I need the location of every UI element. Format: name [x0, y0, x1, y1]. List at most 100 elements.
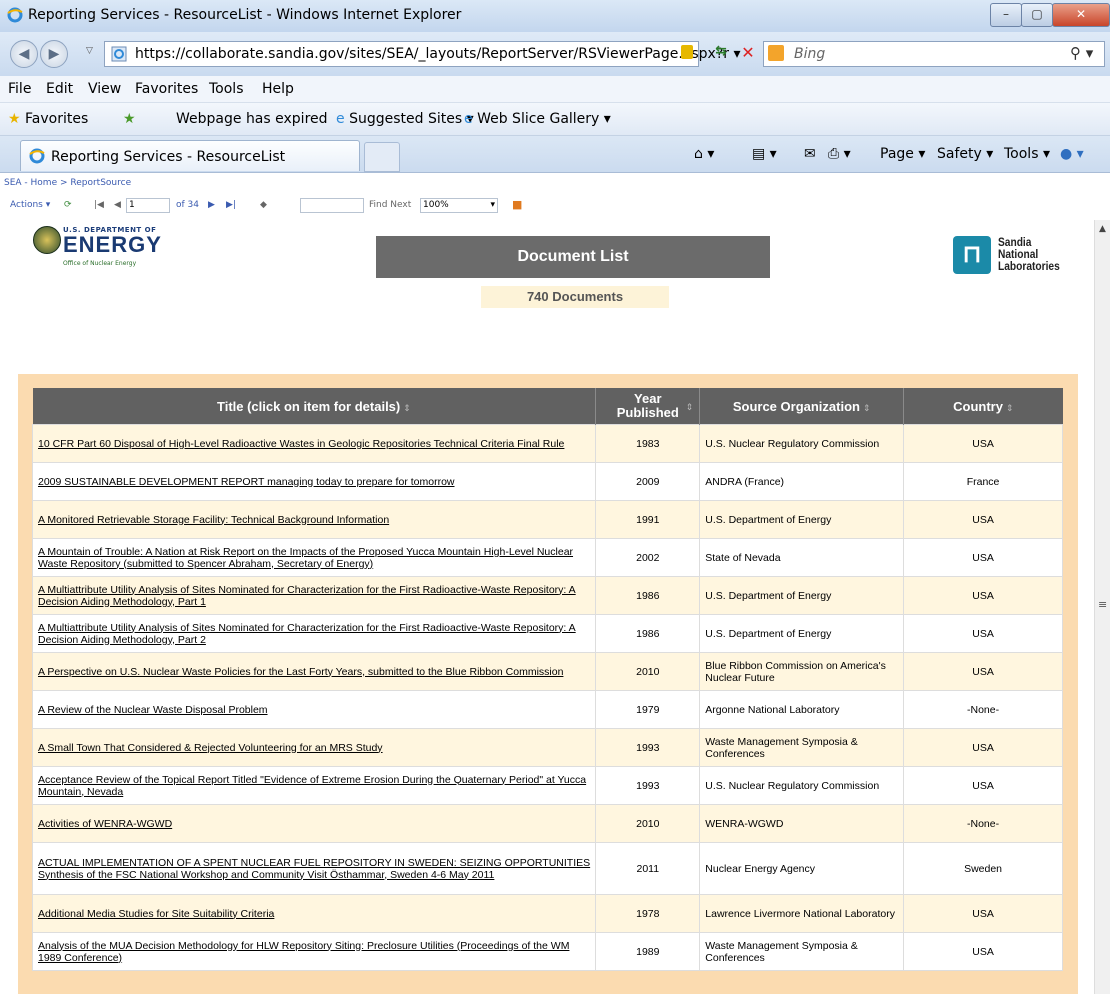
- table-row[interactable]: 2009 SUSTAINABLE DEVELOPMENT REPORT mana…: [31, 462, 1063, 501]
- forward-button[interactable]: ▶: [40, 40, 68, 68]
- menu-file[interactable]: File: [8, 81, 31, 97]
- title-cell: A Mountain of Trouble: A Nation at Risk …: [31, 538, 597, 577]
- web-slice-gallery-link[interactable]: e Web Slice Gallery ▾: [464, 111, 611, 127]
- address-bar[interactable]: https://collaborate.sandia.gov/sites/SEA…: [104, 41, 741, 67]
- document-title-link[interactable]: A Monitored Retrievable Storage Facility…: [38, 514, 389, 526]
- document-title-link[interactable]: 10 CFR Part 60 Disposal of High-Level Ra…: [38, 438, 564, 450]
- search-box[interactable]: Bing ⚲ ▾: [763, 41, 1105, 67]
- safety-menu[interactable]: Safety ▾: [937, 146, 993, 162]
- page-menu[interactable]: Page ▾: [880, 146, 925, 162]
- back-to-parent-icon[interactable]: ◆: [260, 200, 267, 210]
- refresh-icon[interactable]: ⇆: [710, 43, 732, 63]
- country-cell: -None-: [967, 703, 1000, 716]
- table-row[interactable]: A Multiattribute Utility Analysis of Sit…: [31, 576, 1063, 615]
- table-row[interactable]: Additional Media Studies for Site Suitab…: [31, 894, 1063, 933]
- last-page-icon[interactable]: ▶|: [226, 200, 236, 210]
- print-icon[interactable]: ⎙ ▾: [828, 146, 851, 162]
- add-favorite-icon[interactable]: ★: [123, 111, 136, 127]
- year-cell: 1983: [595, 424, 701, 463]
- actions-menu[interactable]: Actions ▾: [10, 200, 50, 210]
- document-title-link[interactable]: Analysis of the MUA Decision Methodology…: [38, 940, 569, 964]
- document-title-link[interactable]: A Multiattribute Utility Analysis of Sit…: [38, 584, 576, 608]
- sort-icon[interactable]: ⇕: [686, 400, 694, 414]
- column-header-title[interactable]: Title (click on item for details) ⇕: [32, 388, 597, 425]
- document-title-link[interactable]: A Multiattribute Utility Analysis of Sit…: [38, 622, 576, 646]
- source-cell: Nuclear Energy Agency: [699, 842, 905, 895]
- table-row[interactable]: Analysis of the MUA Decision Methodology…: [31, 932, 1063, 971]
- suggested-sites-link[interactable]: e Suggested Sites ▾: [336, 111, 474, 127]
- table-row[interactable]: A Perspective on U.S. Nuclear Waste Poli…: [31, 652, 1063, 691]
- table-row[interactable]: A Multiattribute Utility Analysis of Sit…: [31, 614, 1063, 653]
- back-button[interactable]: ◀: [10, 40, 38, 68]
- refresh-report-icon[interactable]: ⟳: [64, 200, 72, 210]
- recent-pages-dropdown[interactable]: ▽: [86, 46, 93, 56]
- document-title-link[interactable]: Activities of WENRA-WGWD: [38, 818, 172, 830]
- document-title-link[interactable]: Additional Media Studies for Site Suitab…: [38, 908, 274, 920]
- title-cell: Acceptance Review of the Topical Report …: [31, 766, 597, 805]
- find-next-link[interactable]: Find Next: [369, 200, 411, 210]
- document-title-link[interactable]: A Review of the Nuclear Waste Disposal P…: [38, 704, 268, 716]
- minimize-button[interactable]: –: [990, 3, 1022, 27]
- next-page-icon[interactable]: ▶: [208, 200, 215, 210]
- tab-reporting-services[interactable]: Reporting Services - ResourceList: [20, 140, 360, 171]
- mail-icon[interactable]: ✉: [804, 146, 816, 162]
- lock-icon[interactable]: [681, 45, 693, 59]
- table-row[interactable]: Activities of WENRA-WGWD 2010 WENRA-WGWD -N…: [31, 804, 1063, 843]
- menu-tools[interactable]: Tools: [209, 81, 244, 97]
- table-row[interactable]: A Monitored Retrievable Storage Facility…: [31, 500, 1063, 539]
- first-page-icon[interactable]: |◀: [94, 200, 104, 210]
- document-title-link[interactable]: Acceptance Review of the Topical Report …: [38, 774, 586, 798]
- table-row[interactable]: ACTUAL IMPLEMENTATION OF A SPENT NUCLEAR…: [31, 842, 1063, 895]
- help-icon[interactable]: ● ▾: [1060, 146, 1084, 162]
- menu-view[interactable]: View: [88, 81, 121, 97]
- year-cell: 1983: [636, 437, 660, 450]
- scroll-up-icon[interactable]: ▲: [1099, 224, 1106, 234]
- document-title-link[interactable]: A Mountain of Trouble: A Nation at Risk …: [38, 546, 573, 570]
- title-cell: 10 CFR Part 60 Disposal of High-Level Ra…: [31, 424, 597, 463]
- document-count: 740 Documents: [481, 286, 669, 308]
- column-header-year[interactable]: Year Published ⇕: [595, 388, 701, 425]
- document-title-link[interactable]: A Small Town That Considered & Rejected …: [38, 742, 383, 754]
- column-header-source[interactable]: Source Organization ⇕: [699, 388, 905, 425]
- menu-help[interactable]: Help: [262, 81, 294, 97]
- vertical-scrollbar[interactable]: ▲ ≡: [1094, 220, 1110, 994]
- expired-page-link[interactable]: Webpage has expired: [176, 111, 328, 127]
- table-row[interactable]: Acceptance Review of the Topical Report …: [31, 766, 1063, 805]
- export-icon[interactable]: ■: [512, 198, 522, 211]
- new-tab-button[interactable]: [364, 142, 400, 172]
- menu-edit[interactable]: Edit: [46, 81, 73, 97]
- tools-menu[interactable]: Tools ▾: [1004, 146, 1050, 162]
- maximize-button[interactable]: ▢: [1021, 3, 1053, 27]
- url-text: https://collaborate.sandia.gov/sites/SEA…: [135, 46, 741, 62]
- sort-icon[interactable]: ⇕: [403, 403, 411, 413]
- report-title-banner: Document List: [376, 236, 770, 278]
- year-cell: 2010: [636, 665, 660, 678]
- title-cell: Additional Media Studies for Site Suitab…: [31, 894, 597, 933]
- sort-icon[interactable]: ⇕: [863, 403, 871, 413]
- document-title-link[interactable]: A Perspective on U.S. Nuclear Waste Poli…: [38, 666, 563, 678]
- close-window-button[interactable]: ✕: [1052, 3, 1110, 27]
- country-cell: USA: [972, 779, 994, 792]
- breadcrumb[interactable]: SEA - Home > ReportSource: [4, 178, 131, 188]
- column-header-country[interactable]: Country ⇕: [903, 388, 1063, 425]
- find-text-input[interactable]: [300, 198, 364, 213]
- sort-icon[interactable]: ⇕: [1006, 403, 1014, 413]
- document-title-link[interactable]: ACTUAL IMPLEMENTATION OF A SPENT NUCLEAR…: [38, 857, 590, 881]
- window-title-bar[interactable]: Reporting Services - ResourceList - Wind…: [0, 0, 1110, 33]
- previous-page-icon[interactable]: ◀: [114, 200, 121, 210]
- feeds-icon[interactable]: ▤ ▾: [752, 146, 777, 162]
- zoom-select[interactable]: 100% ▾: [420, 198, 498, 213]
- table-row[interactable]: 10 CFR Part 60 Disposal of High-Level Ra…: [31, 424, 1063, 463]
- favorites-button[interactable]: ★ Favorites: [8, 111, 88, 127]
- scroll-grip-icon[interactable]: ≡: [1098, 598, 1107, 611]
- table-row[interactable]: A Mountain of Trouble: A Nation at Risk …: [31, 538, 1063, 577]
- home-icon[interactable]: ⌂ ▾: [694, 146, 714, 162]
- menu-favorites[interactable]: Favorites: [135, 81, 198, 97]
- document-title-link[interactable]: 2009 SUSTAINABLE DEVELOPMENT REPORT mana…: [38, 476, 455, 488]
- stop-icon[interactable]: ✕: [737, 43, 759, 63]
- source-organization-cell: Waste Management Symposia & Conferences: [705, 735, 858, 760]
- search-icon[interactable]: ⚲ ▾: [1070, 44, 1093, 62]
- page-number-input[interactable]: 1: [126, 198, 170, 213]
- table-row[interactable]: A Small Town That Considered & Rejected …: [31, 728, 1063, 767]
- table-row[interactable]: A Review of the Nuclear Waste Disposal P…: [31, 690, 1063, 729]
